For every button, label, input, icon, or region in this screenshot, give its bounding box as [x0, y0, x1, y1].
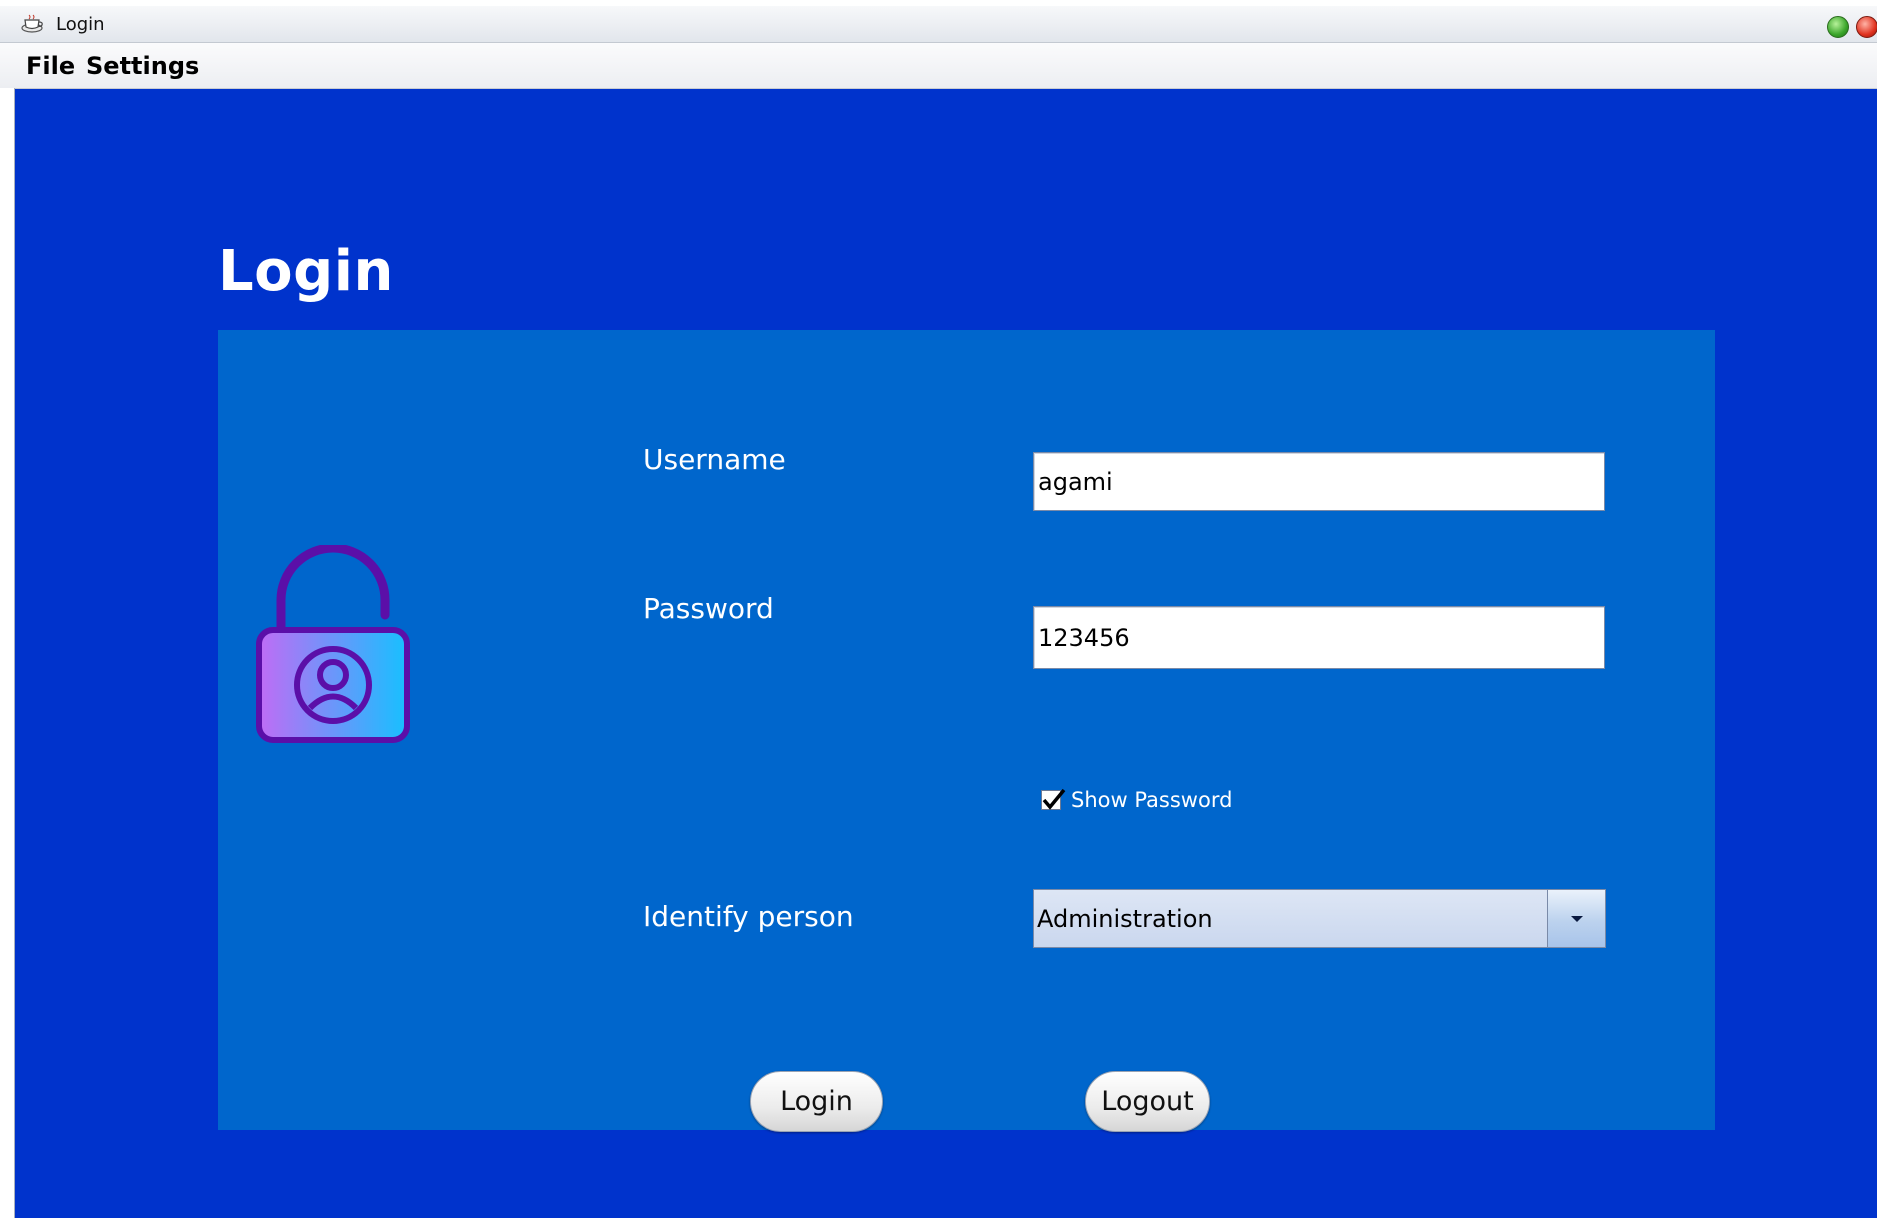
title-bar[interactable]: Login: [0, 6, 1877, 43]
window-title: Login: [56, 14, 105, 35]
content-area: Login Username agami Password 123456 Sho…: [15, 89, 1877, 1218]
coffee-cup-icon: [20, 14, 46, 34]
menu-file[interactable]: File: [26, 52, 75, 80]
login-button[interactable]: Login: [750, 1071, 883, 1132]
login-window: Login File Settings Login Username agami…: [0, 0, 1877, 1218]
checkmark-icon: [1042, 788, 1066, 810]
chevron-down-icon: [1571, 916, 1583, 922]
page-title: Login: [218, 239, 394, 304]
show-password-checkbox[interactable]: [1041, 788, 1066, 810]
maximize-button[interactable]: [1827, 16, 1849, 38]
identify-person-label: Identify person: [643, 900, 854, 933]
username-label: Username: [643, 443, 786, 476]
window-left-border: [0, 88, 15, 1218]
login-panel: Username Password Show Password Identify…: [218, 330, 1715, 1132]
menu-bar: File Settings: [0, 43, 1877, 89]
dropdown-arrow-button[interactable]: [1547, 890, 1605, 947]
logout-button[interactable]: Logout: [1085, 1071, 1210, 1132]
password-label: Password: [643, 592, 774, 625]
identify-person-selected-value: Administration: [1037, 905, 1213, 933]
password-input[interactable]: [1033, 606, 1605, 669]
username-input[interactable]: [1033, 452, 1605, 511]
menu-settings[interactable]: Settings: [86, 52, 199, 80]
identify-person-select[interactable]: Administration: [1033, 889, 1606, 948]
unlocked-padlock-user-icon: [253, 543, 413, 745]
close-button[interactable]: [1856, 16, 1877, 38]
show-password-label[interactable]: Show Password: [1071, 788, 1232, 812]
